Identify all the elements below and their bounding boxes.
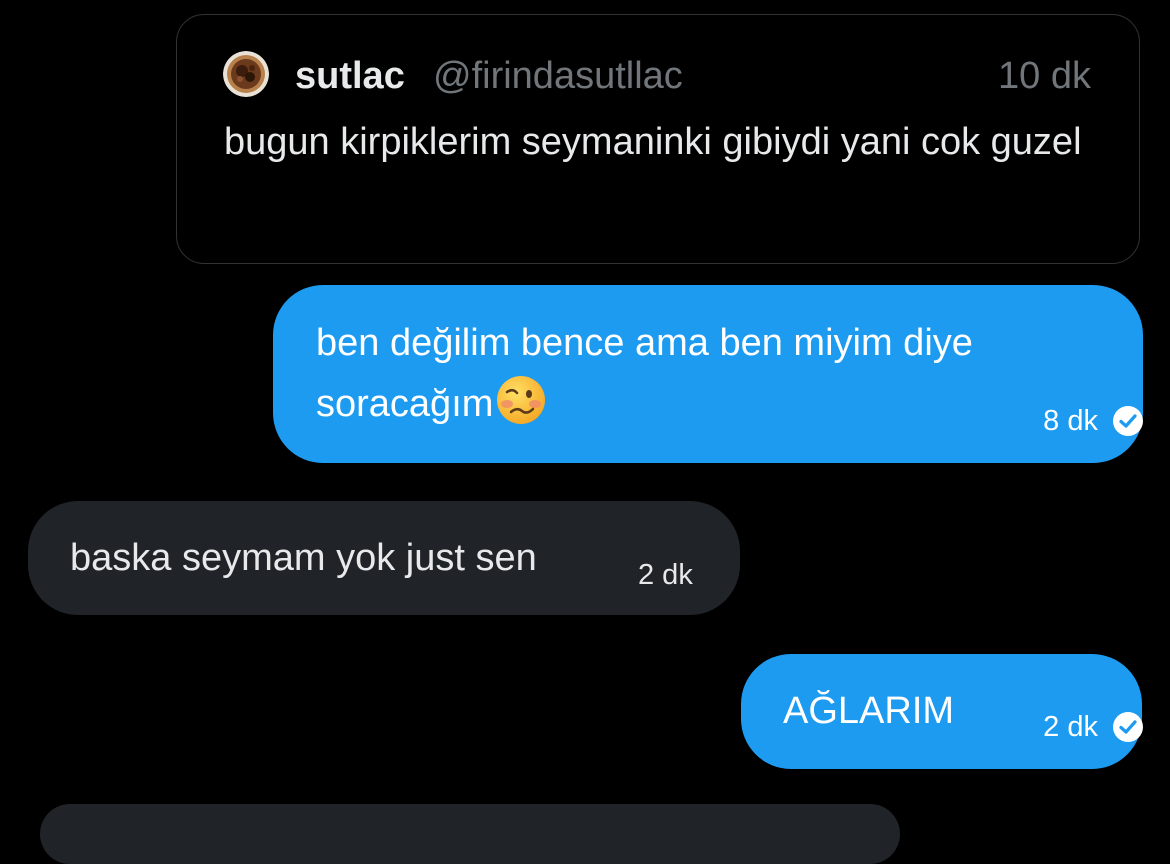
message-text: ben değilim bence ama ben miyim diye sor… [316,322,973,425]
quoted-post-text: bugun kirpiklerim seymaninki gibiydi yan… [224,121,1082,163]
message-bubble-received[interactable]: baska seymam yok just sen [28,501,740,615]
message-time: 2 dk [1043,711,1098,743]
woozy-face-icon [495,374,547,426]
avatar[interactable] [223,51,269,97]
quoted-post-card[interactable]: sutlac @firindasutllac 10 dk bugun kirpi… [176,14,1140,264]
rice-pudding-avatar-icon [223,51,269,97]
message-bubble-sent[interactable]: ben değilim bence ama ben miyim diye sor… [273,285,1143,463]
message-meta: 2 dk [1043,710,1144,744]
message-text: baska seymam yok just sen [70,537,537,579]
quoted-post-time: 10 dk [998,55,1091,97]
read-check-icon [1113,406,1143,436]
message-time: 2 dk [638,559,693,591]
quoted-author-handle: @firindasutllac [433,55,683,97]
message-bubble-received-partial[interactable] [40,804,900,864]
quoted-author-name: sutlac [295,55,405,97]
message-time: 8 dk [1043,405,1098,437]
message-text-wrapper: ben değilim bence ama ben miyim diye sor… [316,313,1106,435]
read-check-icon [1113,712,1143,742]
message-meta: 8 dk [1043,404,1144,438]
message-meta: 2 dk [638,558,693,592]
message-text: AĞLARIM [783,690,955,732]
